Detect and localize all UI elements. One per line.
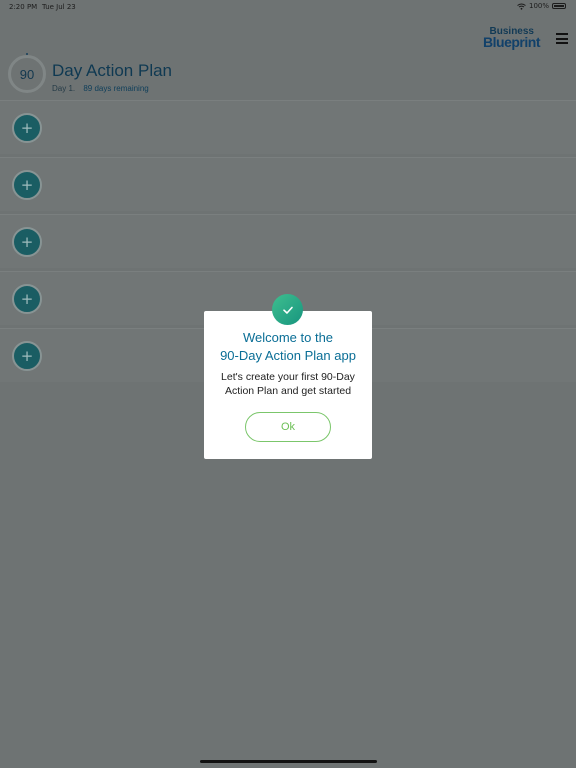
plan-row: +	[0, 100, 576, 154]
dialog-title: Welcome to the 90-Day Action Plan app	[220, 330, 356, 363]
add-item-button[interactable]: +	[12, 284, 42, 314]
battery-icon	[552, 3, 566, 9]
plus-icon: +	[20, 346, 34, 365]
dialog-message: Let's create your first 90-Day Action Pl…	[221, 371, 355, 397]
app-screen: 2:20 PM Tue Jul 23 100% Business Bluepri…	[0, 0, 576, 768]
ok-button[interactable]: Ok	[245, 412, 331, 442]
checkmark-badge	[272, 294, 303, 325]
day-label: Day 1.	[52, 84, 76, 93]
hamburger-menu-icon[interactable]	[556, 33, 568, 44]
plus-icon: +	[20, 118, 34, 137]
days-remaining: 89 days remaining	[83, 84, 149, 93]
battery-percent: 100%	[528, 2, 549, 10]
status-date: Tue Jul 23	[42, 3, 76, 11]
business-blueprint-logo: Business Blueprint	[480, 26, 540, 54]
status-time: 2:20 PM	[9, 3, 38, 11]
plan-row: +	[0, 214, 576, 268]
plus-icon: +	[20, 289, 34, 308]
add-item-button[interactable]: +	[12, 113, 42, 143]
status-bar: 2:20 PM Tue Jul 23 100%	[0, 0, 576, 14]
checkmark-icon	[282, 306, 293, 314]
day-counter-ring: 90	[8, 55, 46, 93]
wifi-icon	[517, 3, 526, 10]
add-item-button[interactable]: +	[12, 341, 42, 371]
add-item-button[interactable]: +	[12, 170, 42, 200]
day-status-line: Day 1. 89 days remaining	[52, 84, 149, 93]
plan-row: +	[0, 157, 576, 211]
home-indicator	[200, 760, 377, 763]
add-item-button[interactable]: +	[12, 227, 42, 257]
welcome-dialog: Welcome to the 90-Day Action Plan app Le…	[204, 311, 372, 459]
plus-icon: +	[20, 175, 34, 194]
brand-bottom-text: Blueprint	[483, 34, 540, 50]
status-indicators: 100%	[517, 2, 566, 10]
plus-icon: +	[20, 232, 34, 251]
page-title: Day Action Plan	[52, 61, 173, 80]
day-counter: 90	[19, 66, 35, 82]
